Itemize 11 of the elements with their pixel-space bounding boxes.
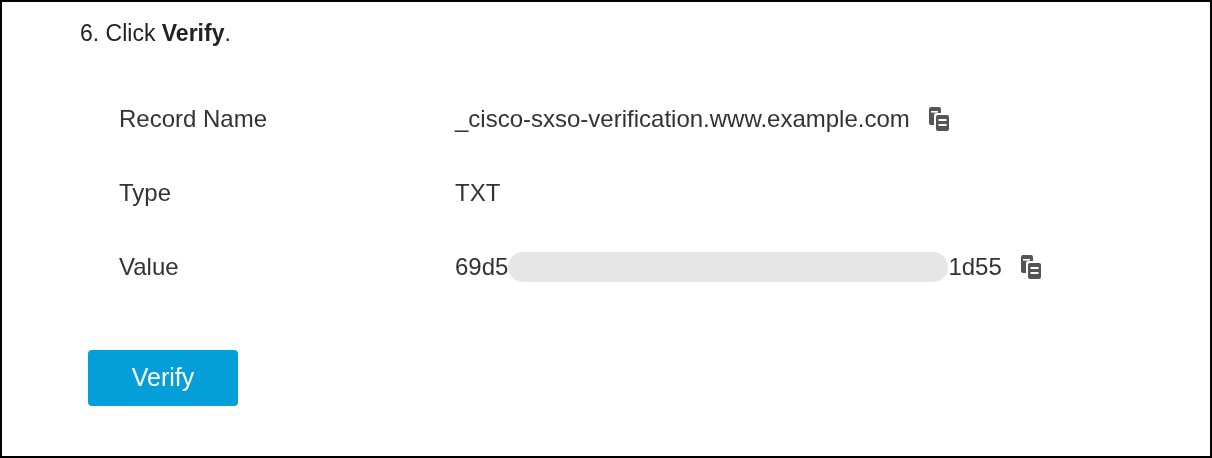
field-label: Value: [119, 251, 180, 282]
step-instruction: 6. Click Verify.: [80, 19, 232, 48]
field-value: _cisco-sxso-verification.www.example.com: [455, 103, 910, 134]
copy-icon[interactable]: [1019, 254, 1042, 279]
field-label: Record Name: [119, 103, 269, 134]
field-label: Type: [119, 177, 173, 208]
field-value: TXT: [455, 177, 501, 208]
field-value: 69d5: [455, 251, 509, 282]
field-value: 1d55: [948, 251, 1002, 282]
verify-button[interactable]: Verify: [88, 349, 238, 406]
copy-icon[interactable]: [927, 106, 950, 131]
